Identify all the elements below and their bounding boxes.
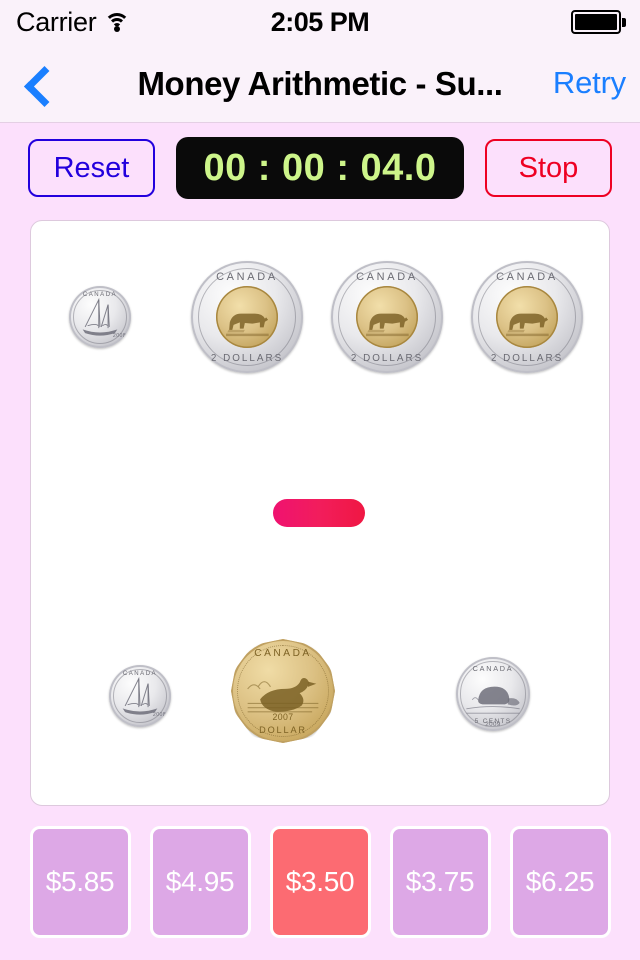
- coin-nickel: CANADA 5 CENTS 2009: [456, 657, 530, 731]
- subtrahend-coin-row: CANADA 2008 CANADA DOLLAR 2007 CANADA 5 CENT…: [31, 637, 611, 747]
- coin-toonie: CANADA 2 DOLLARS: [331, 261, 443, 373]
- coin-denomination-label: 2 DOLLARS: [490, 353, 564, 365]
- minus-operator-icon: [273, 499, 365, 527]
- back-button[interactable]: [12, 57, 60, 109]
- answer-option-5[interactable]: $6.25: [509, 826, 611, 938]
- coin-toonie: CANADA 2 DOLLARS: [471, 261, 583, 373]
- coin-country-label: CANADA: [216, 271, 278, 284]
- coin-face: CANADA 2 DOLLARS: [331, 261, 443, 373]
- stop-button[interactable]: Stop: [485, 139, 612, 197]
- coin-year-label: 2007: [272, 712, 294, 723]
- reset-button[interactable]: Reset: [28, 139, 155, 197]
- answer-option-1[interactable]: $5.85: [29, 826, 131, 938]
- timer-control-bar: Reset 00 : 00 : 04.0 Stop: [0, 123, 640, 213]
- retry-button[interactable]: Retry: [553, 65, 626, 101]
- app-root: Carrier 2:05 PM Money Arithmetic - Su...…: [0, 0, 640, 960]
- coin-toonie: CANADA 2 DOLLARS: [191, 261, 303, 373]
- coin-face: CANADA DOLLAR 2007: [231, 639, 335, 743]
- problem-card: CANADA 2008 CANADA 2 DOLLARS CANADA 2 DOLLA…: [30, 220, 610, 806]
- answer-option-label: $6.25: [525, 866, 595, 897]
- coin-country-label: CANADA: [356, 271, 418, 284]
- coin-face: CANADA 2008: [69, 286, 131, 348]
- coin-dime: CANADA 2008: [109, 665, 171, 727]
- clock-label: 2:05 PM: [270, 6, 370, 37]
- coin-center: [215, 285, 279, 349]
- navigation-bar: Money Arithmetic - Su... Retry: [0, 44, 640, 123]
- status-bar: Carrier 2:05 PM: [0, 0, 640, 44]
- answer-option-4[interactable]: $3.75: [389, 826, 491, 938]
- chevron-left-icon: [24, 71, 48, 95]
- coin-year-label: 2008: [152, 712, 167, 719]
- battery-icon: [571, 10, 626, 34]
- coin-dime: CANADA 2008: [69, 286, 131, 348]
- coin-country-label: CANADA: [496, 271, 558, 284]
- coin-denomination-label: 2 DOLLARS: [350, 353, 424, 365]
- coin-face: CANADA 2 DOLLARS: [191, 261, 303, 373]
- answer-option-label: $5.85: [45, 866, 115, 897]
- answer-option-label: $4.95: [165, 866, 235, 897]
- coin-face: CANADA 5 CENTS 2009: [456, 657, 530, 731]
- answer-option-3[interactable]: $3.50: [269, 826, 371, 938]
- coin-center: [355, 285, 419, 349]
- answer-options: $5.85 $4.95 $3.50 $3.75 $6.25: [0, 826, 640, 938]
- coin-face: CANADA 2 DOLLARS: [471, 261, 583, 373]
- answer-option-label: $3.50: [285, 866, 355, 897]
- page-title: Money Arithmetic - Su...: [137, 64, 503, 102]
- answer-option-label: $3.75: [405, 866, 475, 897]
- coin-center: [495, 285, 559, 349]
- timer-display: 00 : 00 : 04.0: [176, 137, 464, 199]
- coin-face: CANADA 2008: [109, 665, 171, 727]
- answer-option-2[interactable]: $4.95: [149, 826, 251, 938]
- coin-denomination-label: 2 DOLLARS: [210, 353, 284, 365]
- coin-year-label: 2008: [112, 333, 127, 340]
- coin-loonie: CANADA DOLLAR 2007: [231, 639, 335, 743]
- coin-year-label: 2009: [485, 721, 501, 729]
- minuend-coin-row: CANADA 2008 CANADA 2 DOLLARS CANADA 2 DOLLA…: [31, 253, 611, 383]
